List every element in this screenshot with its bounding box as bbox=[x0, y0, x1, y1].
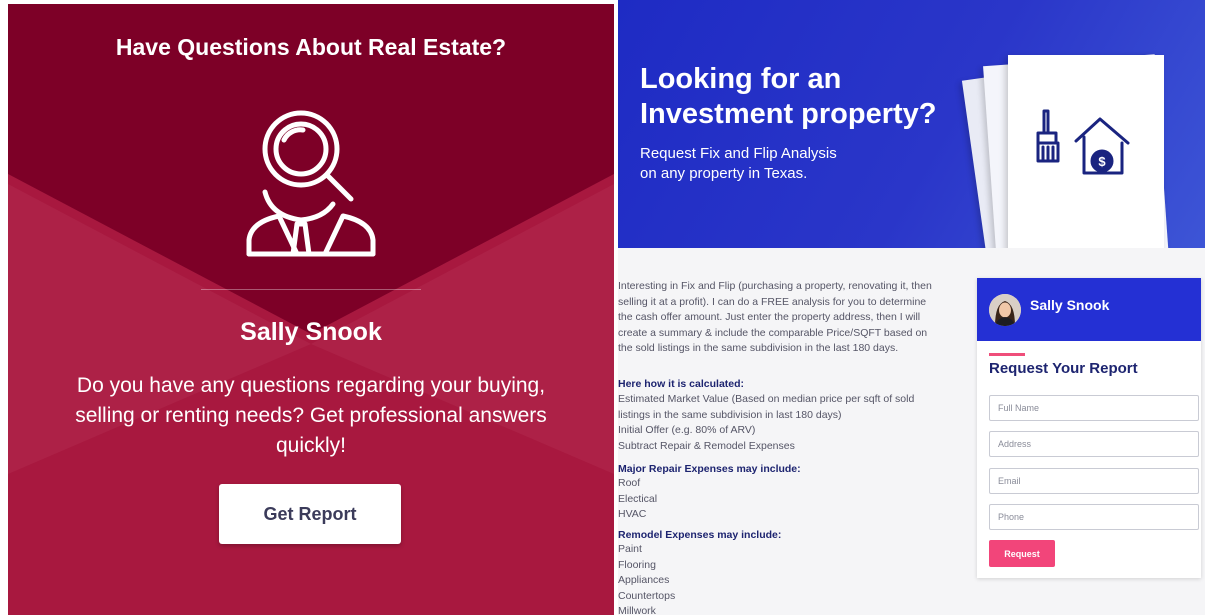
full-name-field[interactable] bbox=[989, 395, 1199, 421]
list-item: Estimated Market Value (Based on median … bbox=[618, 393, 915, 421]
hero-subtitle-line-1: Request Fix and Flip Analysis bbox=[640, 145, 837, 162]
list-item: Appliances bbox=[618, 574, 670, 586]
fix-and-flip-page: Looking for an Investment property? Requ… bbox=[618, 0, 1205, 615]
list-item: Flooring bbox=[618, 558, 656, 571]
left-card-title: Have Questions About Real Estate? bbox=[115, 34, 507, 60]
repair-expenses-list: Roof Electical HVAC bbox=[618, 476, 938, 523]
phone-field[interactable] bbox=[989, 504, 1199, 530]
left-card-description: Do you have any questions regarding your… bbox=[75, 374, 547, 457]
fix-flip-intro-text: Interesting in Fix and Flip (purchasing … bbox=[618, 280, 932, 354]
agent-search-icon bbox=[246, 110, 376, 257]
request-report-form: Sally Snook Request Your Report Request bbox=[977, 278, 1201, 578]
remodel-expenses-list: Paint Flooring Appliances Countertops Mi… bbox=[618, 542, 938, 615]
calculation-heading: Here how it is calculated: bbox=[618, 378, 745, 390]
request-button[interactable]: Request bbox=[989, 540, 1055, 567]
hero-subtitle: Request Fix and Flip Analysis on any pro… bbox=[640, 144, 900, 184]
agent-avatar-icon bbox=[989, 294, 1021, 326]
form-agent-name: Sally Snook bbox=[1030, 297, 1110, 313]
list-item: Roof bbox=[618, 477, 641, 489]
list-item: Electical bbox=[618, 492, 658, 505]
fix-and-flip-house-icon: $ bbox=[1036, 109, 1130, 175]
repair-expenses-heading: Major Repair Expenses may include: bbox=[618, 463, 801, 475]
agent-name: Sally Snook bbox=[240, 318, 382, 346]
hero-subtitle-line-2: on any property in Texas. bbox=[640, 165, 808, 182]
list-item: Subtract Repair & Remodel Expenses bbox=[618, 439, 795, 452]
list-item: Paint bbox=[618, 543, 642, 555]
hero-title: Looking for an Investment property? bbox=[640, 62, 980, 132]
hero-title-line-2: Investment property? bbox=[640, 98, 937, 130]
remodel-expenses-heading: Remodel Expenses may include: bbox=[618, 529, 782, 541]
svg-text:$: $ bbox=[1098, 154, 1106, 169]
hero-title-line-1: Looking for an bbox=[640, 63, 842, 95]
list-item: Countertops bbox=[618, 589, 676, 602]
avatar bbox=[989, 294, 1021, 326]
list-item: Initial Offer (e.g. 80% of ARV) bbox=[618, 424, 756, 436]
address-field[interactable] bbox=[989, 431, 1199, 457]
left-promo-card: Have Questions About Real Estate? Sally … bbox=[8, 4, 614, 615]
form-card-header: Sally Snook bbox=[977, 278, 1201, 341]
list-item: HVAC bbox=[618, 508, 647, 520]
heading-accent-bar bbox=[989, 353, 1025, 356]
left-card-divider bbox=[201, 289, 421, 290]
email-field[interactable] bbox=[989, 468, 1199, 494]
get-report-button[interactable]: Get Report bbox=[219, 484, 401, 544]
hero-banner: Looking for an Investment property? Requ… bbox=[618, 0, 1205, 248]
calculation-list: Estimated Market Value (Based on median … bbox=[618, 392, 938, 454]
list-item: Millwork bbox=[618, 605, 656, 615]
request-report-heading: Request Your Report bbox=[989, 360, 1138, 377]
